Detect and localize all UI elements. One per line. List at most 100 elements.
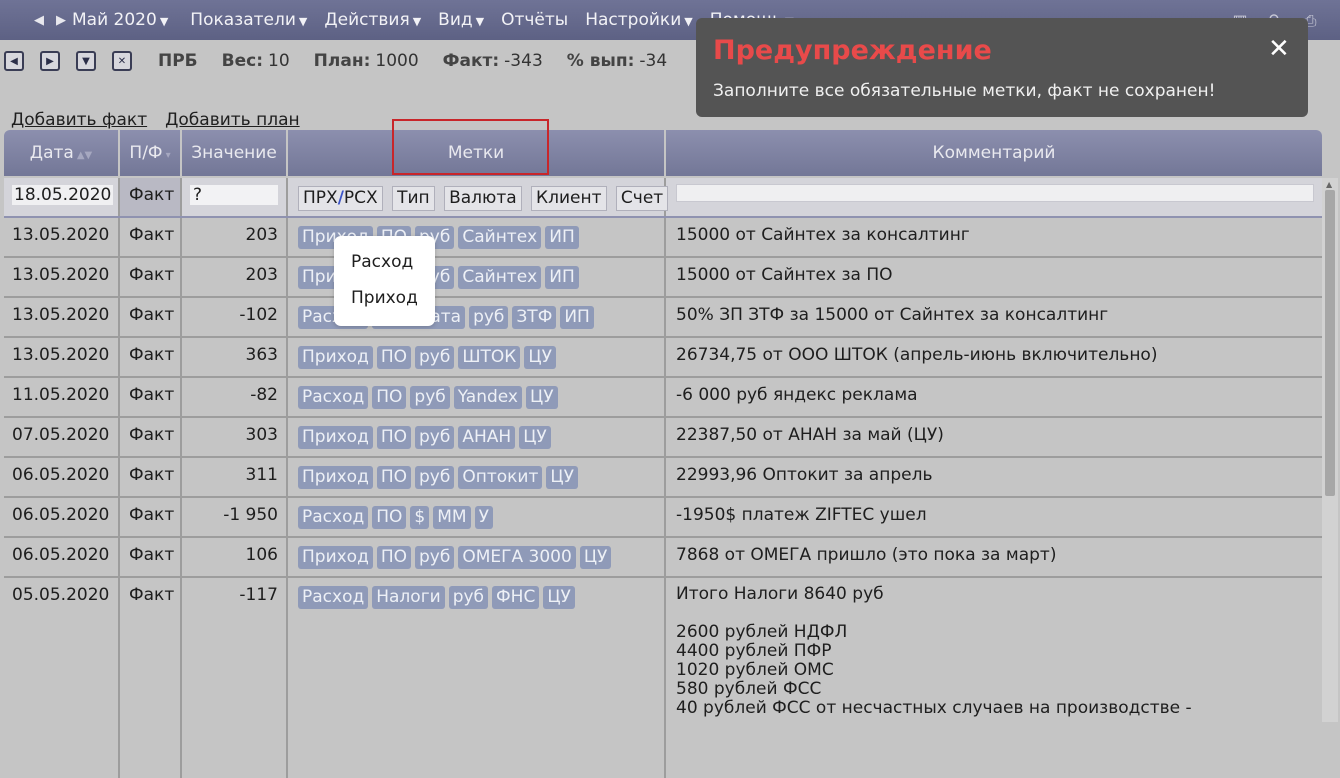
edit-date-cell[interactable]: 18.05.2020 — [4, 178, 120, 216]
tag[interactable]: ОМЕГА 3000 — [458, 546, 576, 569]
fact-label: Факт: — [442, 51, 500, 71]
edit-tag[interactable]: Валюта — [444, 186, 522, 211]
menu-reports[interactable]: Отчёты — [501, 10, 568, 30]
menu-indicators[interactable]: Показатели ▼ — [190, 10, 307, 30]
plan-label: План: — [313, 51, 371, 71]
tag[interactable]: ЦУ — [526, 386, 558, 409]
table-row[interactable]: 13.05.2020Факт203ПриходПОрубСайнтехИП150… — [4, 218, 1322, 258]
tag[interactable]: Yandex — [453, 386, 522, 409]
table-row[interactable]: 06.05.2020 Факт 106 Приход ПО руб ОМЕГА 3000 ЦУ… — [4, 538, 1322, 578]
tag[interactable]: ИП — [545, 226, 579, 249]
vertical-scrollbar[interactable]: ▲ — [1322, 178, 1338, 722]
tag[interactable]: ПО — [376, 546, 412, 569]
tag[interactable]: Расход — [298, 586, 369, 609]
tag[interactable]: ММ — [433, 506, 471, 529]
tag[interactable]: ПО — [376, 466, 412, 489]
tag[interactable]: Приход — [298, 546, 373, 569]
menu-view[interactable]: Вид ▼ — [438, 10, 484, 30]
tag[interactable]: Расход — [298, 386, 369, 409]
table-row[interactable]: 06.05.2020 Факт -1 950 Расход ПО $ ММ У -1950$ п… — [4, 498, 1322, 538]
header-comment[interactable]: Комментарий — [666, 130, 1322, 176]
tag[interactable]: ШТОК — [458, 346, 521, 369]
tag[interactable]: ЦУ — [579, 546, 612, 569]
tag[interactable]: Налоги — [372, 586, 445, 609]
tag[interactable]: руб — [410, 386, 450, 409]
close-icon[interactable]: ✕ — [112, 51, 132, 71]
menu-actions[interactable]: Действия ▼ — [324, 10, 421, 30]
edit-comment-input[interactable] — [676, 184, 1314, 202]
tag[interactable]: ЦУ — [543, 586, 575, 609]
toast-message: Заполните все обязательные метки, факт н… — [713, 81, 1216, 101]
triangle-right-icon[interactable]: ▶ — [50, 13, 72, 28]
scroll-up-icon[interactable]: ▲ — [1326, 180, 1332, 189]
next-icon[interactable]: ▶ — [40, 51, 60, 71]
header-pf[interactable]: П/Ф ▾ — [120, 130, 182, 176]
tag[interactable]: Расход — [298, 506, 369, 529]
tag[interactable]: ЗТФ — [512, 306, 557, 329]
dropdown-option-expense[interactable]: Расход — [334, 252, 435, 288]
down-icon[interactable]: ▼ — [76, 51, 96, 71]
tag[interactable]: Оптокит — [458, 466, 543, 489]
edit-row: 18.05.2020 Факт ? ПРХ/РСХ Тип Валюта Кли… — [4, 178, 1322, 218]
value-cell: 363 — [182, 338, 288, 376]
edit-tag[interactable]: Клиент — [531, 186, 607, 211]
tag[interactable]: Сайнтех — [458, 226, 542, 249]
tag[interactable]: ПО — [376, 346, 412, 369]
edit-tag-type-prx-rsx[interactable]: ПРХ/РСХ — [298, 186, 383, 211]
edit-tags-cell: ПРХ/РСХ Тип Валюта Клиент Счет — [288, 178, 669, 216]
table-row[interactable]: 11.05.2020 Факт -82 Расход ПО руб Yandex ЦУ -6 0… — [4, 378, 1322, 418]
table-row[interactable]: 13.05.2020 Факт 363 Приход ПО руб ШТОК ЦУ 26734,… — [4, 338, 1322, 378]
edit-value-input[interactable]: ? — [190, 185, 278, 205]
edit-value-cell[interactable]: ? — [182, 178, 288, 216]
edit-tag[interactable]: Тип — [392, 186, 435, 211]
edit-date-input[interactable]: 18.05.2020 — [12, 185, 114, 205]
tag[interactable]: ЦУ — [524, 346, 556, 369]
tag[interactable]: Сайнтех — [458, 266, 542, 289]
scrollbar-thumb[interactable] — [1325, 190, 1335, 496]
header-date[interactable]: Дата ▲▼ — [4, 130, 120, 176]
tag[interactable]: ПО — [372, 506, 407, 529]
tag[interactable]: руб — [469, 306, 509, 329]
tag[interactable]: руб — [415, 346, 455, 369]
account-name: ПРБ — [158, 51, 198, 71]
edit-pf-cell[interactable]: Факт — [120, 178, 182, 216]
pf-cell: Факт — [120, 378, 182, 416]
tag[interactable]: АНАН — [458, 426, 516, 449]
add-plan-link[interactable]: Добавить план — [165, 110, 300, 130]
month-selector[interactable]: Май 2020 ▼ — [72, 10, 168, 30]
table-row[interactable]: 13.05.2020Факт-102РасходЗарплатарубЗТФИП… — [4, 298, 1322, 338]
weight-label: Вес: — [221, 51, 264, 71]
edit-tag[interactable]: Счет — [615, 186, 669, 211]
add-fact-link[interactable]: Добавить факт — [11, 110, 147, 130]
date-cell: 13.05.2020 — [4, 338, 120, 376]
tag[interactable]: ИП — [545, 266, 579, 289]
tag[interactable]: Приход — [298, 466, 373, 489]
tag[interactable]: У — [474, 506, 493, 529]
tag[interactable]: ИП — [560, 306, 594, 329]
tag[interactable]: ПО — [376, 426, 412, 449]
tag[interactable]: ЦУ — [546, 466, 578, 489]
first-icon[interactable]: ◀ — [4, 51, 24, 71]
table-row[interactable]: 07.05.2020 Факт 303 Приход ПО руб АНАН ЦУ 22387,… — [4, 418, 1322, 458]
tag[interactable]: ФНС — [492, 586, 540, 609]
comment-cell: 50% ЗП ЗТФ за 15000 от Сайнтех за консал… — [676, 305, 1109, 325]
close-icon[interactable]: ✕ — [1268, 34, 1290, 64]
tag[interactable]: руб — [415, 546, 455, 569]
table-row[interactable]: 06.05.2020 Факт 311 Приход ПО руб Оптокит ЦУ 229… — [4, 458, 1322, 498]
chevron-down-icon: ▼ — [159, 15, 169, 28]
pf-cell: Факт — [120, 258, 182, 296]
tag[interactable]: руб — [415, 426, 455, 449]
tag[interactable]: Приход — [298, 426, 373, 449]
tag[interactable]: руб — [448, 586, 489, 609]
tag[interactable]: $ — [410, 506, 430, 529]
triangle-left-icon[interactable]: ◀ — [28, 13, 50, 28]
menu-settings[interactable]: Настройки ▼ — [585, 10, 692, 30]
toast-title: Предупреждение — [713, 35, 992, 66]
tag[interactable]: руб — [415, 466, 455, 489]
tag[interactable]: ЦУ — [519, 426, 551, 449]
tag[interactable]: Приход — [298, 346, 373, 369]
dropdown-option-income[interactable]: Приход — [334, 288, 435, 324]
tag[interactable]: ПО — [372, 386, 407, 409]
table-row[interactable]: 13.05.2020Факт203ПриходПОрубСайнтехИП150… — [4, 258, 1322, 298]
header-value[interactable]: Значение — [182, 130, 288, 176]
